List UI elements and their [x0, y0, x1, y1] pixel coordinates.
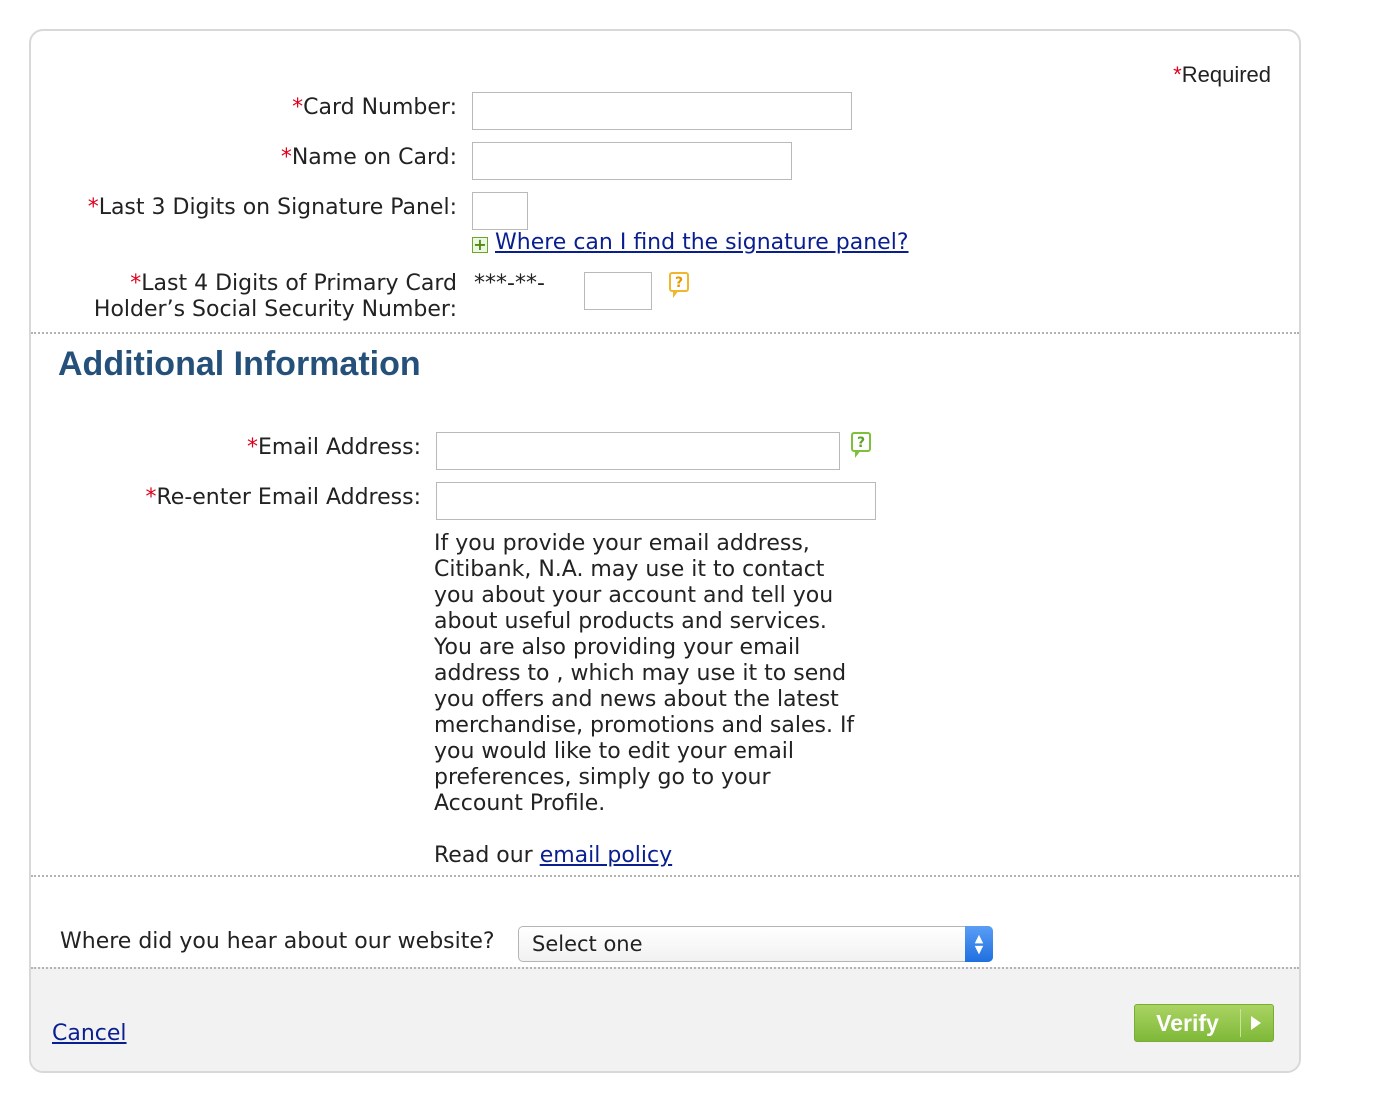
play-arrow-icon [1251, 1016, 1261, 1030]
required-asterisk: * [246, 435, 258, 460]
last3-digits-label: *Last 3 Digits on Signature Panel: [88, 195, 457, 220]
disclosure-line: Citibank, N.A. may use it to contact [434, 557, 825, 582]
disclosure-line: you offers and news about the latest [434, 687, 839, 712]
ssn-last4-input[interactable] [584, 272, 652, 310]
disclosure-line: Account Profile. [434, 791, 606, 816]
form-panel: *Required *Card Number: *Name on Card: *… [29, 29, 1301, 1073]
email-label-text: Email Address: [257, 435, 421, 460]
required-asterisk: * [1173, 62, 1182, 87]
verify-button-label: Verify [1156, 1010, 1219, 1036]
card-number-label: *Card Number: [292, 95, 457, 120]
email-policy-prefix: Read our [434, 843, 540, 868]
disclosure-line: merchandise, promotions and sales. If [434, 713, 855, 738]
disclosure-line: you would like to edit your email [434, 739, 795, 764]
required-asterisk: * [87, 195, 99, 220]
section-title: Additional Information [58, 345, 421, 383]
email-input[interactable] [436, 432, 840, 470]
disclosure-line: address to , which may use it to send [434, 661, 847, 686]
reenter-email-label: *Re-enter Email Address: [145, 485, 421, 510]
email-policy-link[interactable]: email policy [540, 843, 672, 868]
last3-digits-input[interactable] [472, 192, 528, 230]
name-on-card-label: *Name on Card: [281, 145, 457, 170]
reenter-email-label-text: Re-enter Email Address: [156, 485, 421, 510]
required-asterisk: * [130, 271, 142, 296]
section-divider [31, 875, 1299, 877]
card-number-input[interactable] [472, 92, 852, 130]
referral-select-value: Select one [532, 932, 643, 956]
expand-plus-icon[interactable]: + [472, 237, 488, 253]
cancel-link[interactable]: Cancel [52, 1021, 127, 1046]
email-disclosure: If you provide your email address, Citib… [434, 531, 894, 869]
required-text: Required [1181, 62, 1271, 87]
section-divider [31, 332, 1299, 334]
email-label: *Email Address: [247, 435, 421, 460]
disclosure-line: preferences, simply go to your [434, 765, 771, 790]
card-number-label-text: Card Number: [303, 95, 457, 120]
required-asterisk: * [145, 485, 157, 510]
email-policy-line: Read our email policy [434, 843, 894, 869]
help-bubble-icon[interactable]: ? [669, 272, 689, 298]
disclosure-line: You are also providing your email [434, 635, 801, 660]
last3-digits-label-text: Last 3 Digits on Signature Panel: [98, 195, 457, 220]
ssn-label: *Last 4 Digits of Primary Card Holder’s … [94, 271, 457, 323]
ssn-label-line1: Last 4 Digits of Primary Card [141, 271, 457, 296]
referral-question: Where did you hear about our website? [60, 929, 495, 954]
help-bubble-icon[interactable]: ? [851, 432, 871, 458]
name-on-card-input[interactable] [472, 142, 792, 180]
ssn-mask: ***-**- [474, 271, 545, 296]
ssn-label-line2: Holder’s Social Security Number: [93, 297, 457, 322]
reenter-email-input[interactable] [436, 482, 876, 520]
disclosure-line: you about your account and tell you [434, 583, 834, 608]
footer-bar [31, 967, 1299, 1071]
required-note: *Required [1173, 62, 1271, 88]
chevron-updown-icon: ▲ ▼ [965, 926, 993, 962]
signature-panel-help-link[interactable]: Where can I find the signature panel? [495, 230, 909, 255]
section-divider [31, 967, 1299, 969]
referral-select[interactable]: Select one ▲ ▼ [518, 926, 993, 962]
name-on-card-label-text: Name on Card: [291, 145, 457, 170]
verify-button[interactable]: Verify [1134, 1004, 1274, 1042]
button-divider [1240, 1009, 1241, 1037]
disclosure-line: If you provide your email address, [434, 531, 810, 556]
required-asterisk: * [280, 145, 292, 170]
disclosure-line: about useful products and services. [434, 609, 827, 634]
required-asterisk: * [292, 95, 304, 120]
